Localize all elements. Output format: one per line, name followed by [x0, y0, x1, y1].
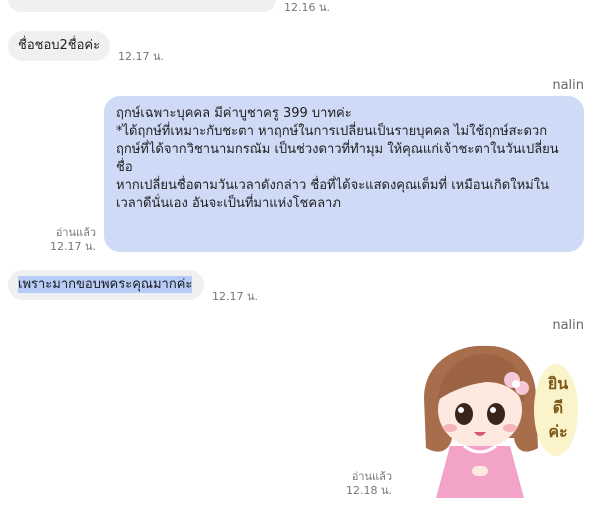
- message-line: หากเปลี่ยนชื่อตามวันเวลาดังกล่าว ชื่อที่…: [116, 178, 549, 193]
- sticker-text: ยิน ดี ค่ะ: [540, 372, 576, 444]
- message-time: 12.18 น.: [345, 484, 392, 497]
- read-receipt: อ่านแล้ว 12.17 น.: [50, 226, 96, 254]
- sticker-girl-congrats[interactable]: ยิน ดี ค่ะ: [404, 338, 590, 500]
- message-time: 12.16 น.: [284, 1, 331, 14]
- sticker-text-line: ดี: [552, 398, 564, 417]
- message-bubble-outgoing[interactable]: ฤกษ์เฉพาะบุคคล มีค่าบูชาครู 399 บาทค่ะ *…: [104, 96, 584, 252]
- message-time: 12.17 น.: [49, 240, 96, 253]
- sender-name: nalin: [552, 318, 584, 333]
- message-line: *ได้ฤกษ์ที่เหมาะกับชะตา หาฤกษ์ในการเปลี่…: [116, 124, 548, 139]
- message-line: เวลาดีนั่นเอง อันจะเป็นที่มาแห่งโชคลาภ: [116, 196, 341, 211]
- message-line: ฤกษ์ที่ได้จากวิชานามกรณัม เป็นช่วงดาวที่…: [116, 142, 559, 157]
- message-line: ฤกษ์เฉพาะบุคคล มีค่าบูชาครู 399 บาทค่ะ: [116, 106, 352, 121]
- read-receipt: อ่านแล้ว 12.18 น.: [346, 470, 392, 498]
- message-text: ชื่อชอบ2ชื่อค่ะ: [18, 38, 101, 53]
- message-bubble-incoming[interactable]: เพราะมากขอบพคระคุณมากค่ะ: [8, 270, 204, 300]
- sticker-text-line: ค่ะ: [548, 422, 568, 441]
- read-label: อ่านแล้ว: [351, 470, 392, 483]
- sticker-text-line: ยิน: [547, 374, 569, 393]
- read-label: อ่านแล้ว: [55, 226, 96, 239]
- message-time: 12.17 น.: [212, 290, 259, 303]
- message-line: ชื่อ: [116, 160, 133, 175]
- message-time: 12.17 น.: [118, 50, 165, 63]
- message-bubble-incoming[interactable]: ชื่อชอบ2ชื่อค่ะ: [8, 31, 110, 61]
- selected-message-text: เพราะมากขอบพคระคุณมากค่ะ: [18, 276, 193, 293]
- sender-name: nalin: [552, 78, 584, 93]
- message-bubble-incoming-cut[interactable]: [8, 0, 276, 12]
